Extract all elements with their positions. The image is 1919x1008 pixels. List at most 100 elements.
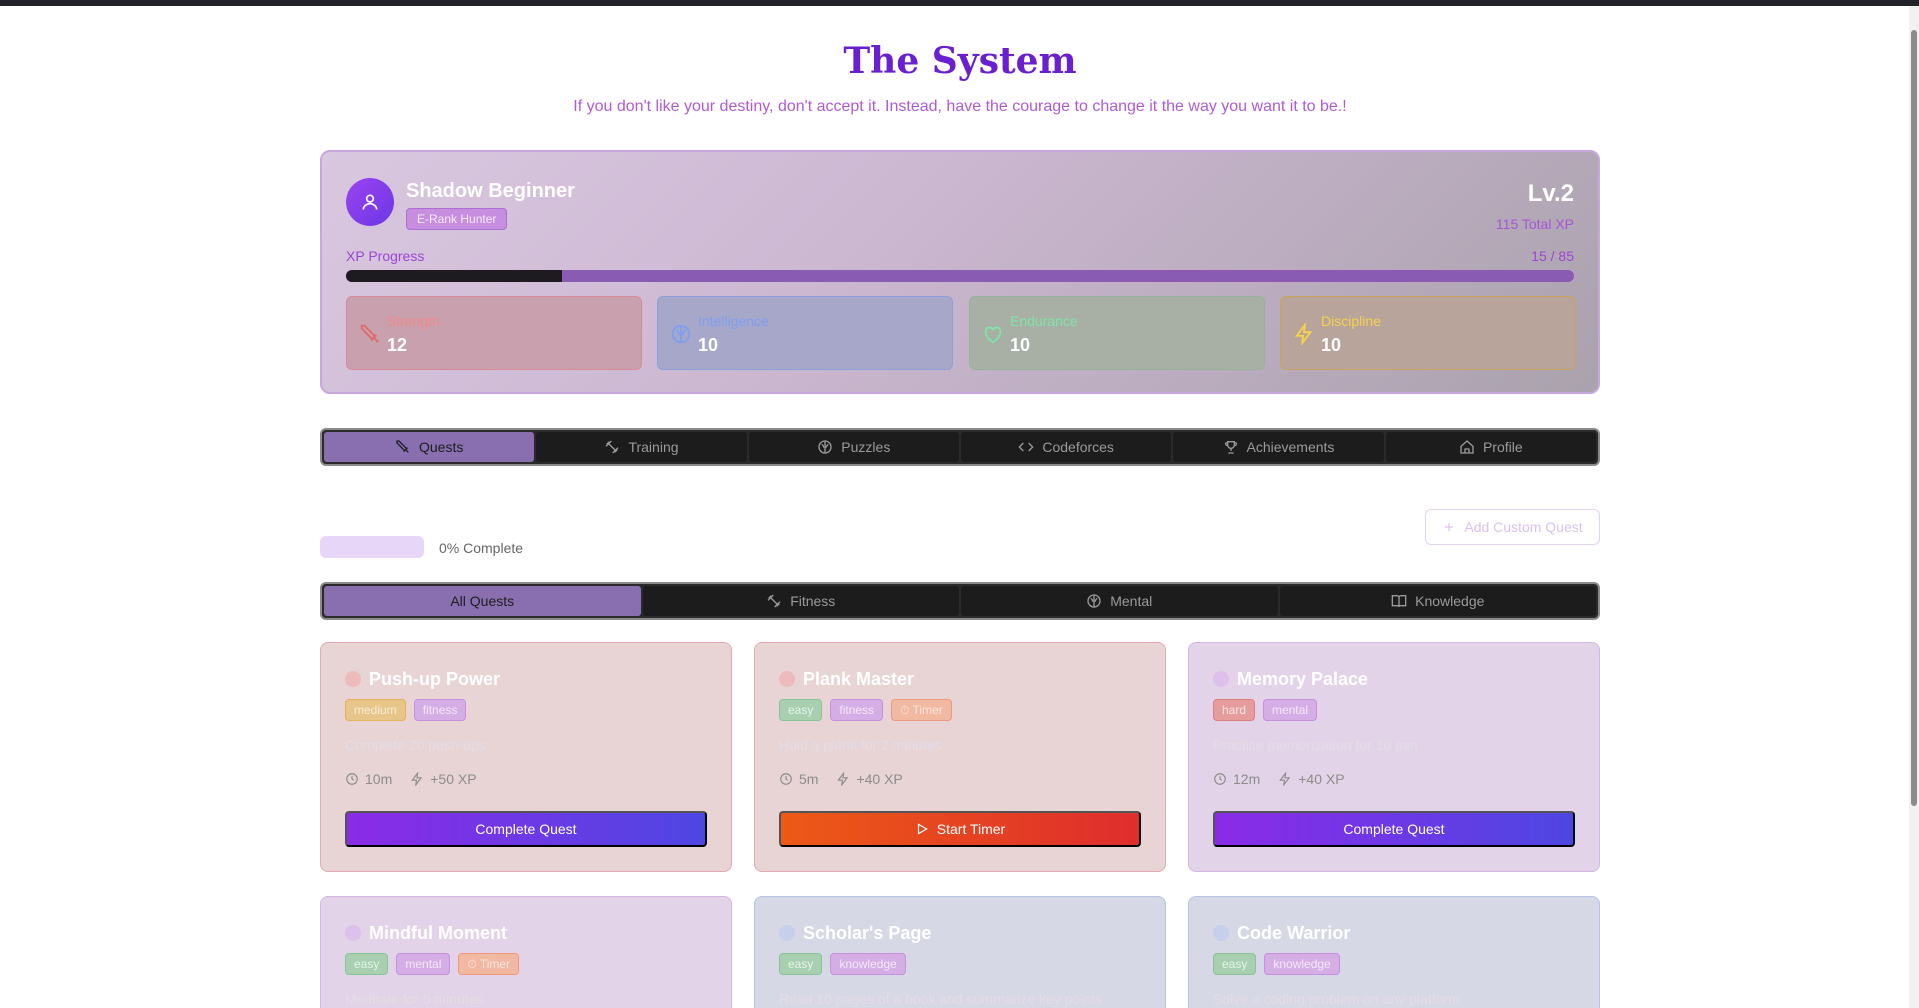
add-custom-quest-button[interactable]: Add Custom Quest	[1425, 509, 1600, 545]
quest-icon	[1213, 671, 1229, 687]
quest-card: Code Warrior easy knowledge Solve a codi…	[1188, 896, 1600, 1008]
brain-icon	[1087, 594, 1101, 608]
total-xp: 115 Total XP	[1495, 216, 1574, 232]
difficulty-tag: hard	[1213, 699, 1256, 721]
quest-duration: 12m	[1233, 771, 1261, 787]
tab-profile[interactable]: Profile	[1385, 432, 1596, 462]
tab-codeforces[interactable]: Codeforces	[960, 432, 1172, 462]
quest-title: Memory Palace	[1237, 669, 1369, 689]
heart-icon	[984, 326, 1002, 344]
quest-icon	[345, 925, 361, 941]
category-tag: knowledge	[830, 953, 906, 975]
stat-value: 12	[387, 335, 408, 355]
quest-title: Scholar's Page	[803, 923, 932, 943]
category-tag: mental	[396, 953, 451, 975]
scrollbar[interactable]	[1909, 6, 1919, 1008]
filter-fitness[interactable]: Fitness	[642, 586, 959, 616]
brain-icon	[671, 324, 691, 344]
quest-meta: 5m +40 XP	[779, 771, 903, 787]
book-icon	[1391, 595, 1407, 608]
tab-label: Training	[628, 439, 679, 455]
user-icon	[362, 194, 378, 210]
browser-top-bar	[0, 0, 1919, 6]
stat-value: 10	[1321, 335, 1342, 355]
timer-tag-label: Timer	[479, 957, 511, 971]
stat-value: 10	[698, 335, 719, 355]
quest-title: Mindful Moment	[369, 923, 507, 943]
brain-icon	[818, 440, 832, 454]
home-icon	[1460, 440, 1474, 454]
button-label: Start Timer	[936, 821, 1006, 837]
filter-label: All Quests	[450, 593, 515, 609]
quest-icon	[779, 925, 795, 941]
quest-icon	[779, 671, 795, 687]
dumbbell-icon	[767, 594, 781, 608]
button-label: Complete Quest	[1343, 821, 1445, 837]
quest-duration: 5m	[799, 771, 819, 787]
lightning-icon	[837, 772, 849, 786]
quest-tags: medium fitness	[345, 699, 467, 721]
stat-discipline: Discipline 10	[1280, 296, 1576, 370]
stat-intelligence: Intelligence 10	[657, 296, 953, 370]
filter-mental[interactable]: Mental	[961, 586, 1278, 616]
clock-icon	[780, 773, 792, 785]
complete-quest-button[interactable]: Complete Quest	[1213, 811, 1575, 847]
xp-progress-bar	[346, 270, 1574, 282]
clock-icon	[346, 773, 358, 785]
clock-icon	[1214, 773, 1226, 785]
quest-tags: easy fitness ⏱ Timer	[779, 699, 952, 721]
quest-tags: easy knowledge	[779, 953, 906, 975]
code-icon	[1018, 442, 1034, 452]
filter-label: Knowledge	[1415, 593, 1485, 609]
stat-label: Endurance	[1010, 313, 1078, 329]
avatar	[346, 178, 394, 226]
tab-label: Profile	[1482, 439, 1523, 455]
start-timer-button[interactable]: Start Timer	[779, 811, 1141, 847]
filter-all-quests[interactable]: All Quests	[324, 586, 641, 616]
plus-icon	[1445, 522, 1454, 532]
play-icon	[917, 823, 928, 835]
lightning-icon	[1279, 772, 1291, 786]
quest-card: Push-up Power medium fitness Complete 20…	[320, 642, 732, 872]
timer-tag: ⏱ Timer	[891, 699, 952, 721]
lightning-icon	[411, 772, 423, 786]
hunter-name: Shadow Beginner	[406, 180, 575, 202]
quest-description: Practice memorization for 10 min	[1213, 737, 1418, 753]
level-display: Lv.2	[1527, 180, 1574, 207]
quest-tags: easy mental ⏱ Timer	[345, 953, 520, 975]
scrollbar-thumb[interactable]	[1911, 30, 1917, 806]
quest-icon	[345, 671, 361, 687]
page-subtitle: If you don't like your destiny, don't ac…	[573, 98, 1347, 115]
stat-endurance: Endurance 10	[969, 296, 1265, 370]
category-tag: fitness	[830, 699, 884, 721]
category-tag: mental	[1263, 699, 1318, 721]
stat-label: Intelligence	[698, 313, 769, 329]
quest-title: Push-up Power	[369, 669, 501, 689]
filter-label: Fitness	[790, 593, 836, 609]
quest-card: Scholar's Page easy knowledge Read 10 pa…	[754, 896, 1166, 1008]
stat-label: Strength	[387, 313, 440, 329]
quest-icon	[1213, 925, 1229, 941]
xp-progress-count: 15 / 85	[1531, 248, 1574, 264]
category-tag: fitness	[413, 699, 467, 721]
category-tag: knowledge	[1264, 953, 1340, 975]
timer-tag-label: Timer	[912, 703, 943, 717]
quest-completion-text: 0% Complete	[439, 540, 524, 556]
quest-filter-tabs: All Quests Fitness Mental Knowledge	[320, 582, 1600, 620]
tab-quests[interactable]: Quests	[324, 432, 535, 462]
stat-strength: Strength 12	[346, 296, 642, 370]
main-tabs: Quests Training Puzzles Codeforces Achie…	[320, 428, 1600, 466]
quest-tags: easy knowledge	[1213, 953, 1340, 975]
tab-achievements[interactable]: Achievements	[1173, 432, 1384, 462]
tab-puzzles[interactable]: Puzzles	[748, 432, 959, 462]
difficulty-tag: easy	[779, 699, 823, 721]
quest-description: Read 10 pages of a book and summarize ke…	[779, 991, 1102, 1007]
quest-xp: +40 XP	[856, 771, 903, 787]
timer-tag: ⏱ Timer	[458, 953, 520, 975]
quest-xp: +40 XP	[1298, 771, 1345, 787]
tab-training[interactable]: Training	[536, 432, 747, 462]
complete-quest-button[interactable]: Complete Quest	[345, 811, 707, 847]
filter-knowledge[interactable]: Knowledge	[1279, 586, 1596, 616]
button-label: Complete Quest	[475, 821, 577, 837]
stat-value: 10	[1010, 335, 1031, 355]
